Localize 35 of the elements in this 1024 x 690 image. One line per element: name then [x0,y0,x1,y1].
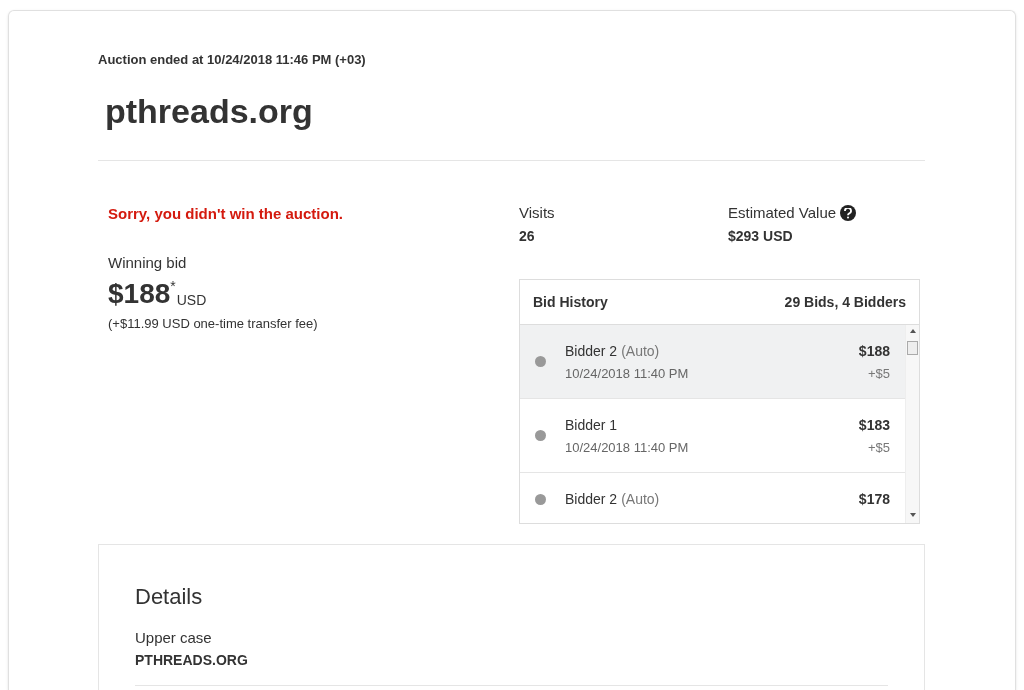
details-title: Details [135,583,204,611]
bid-summary: 29 Bids, 4 Bidders [784,292,906,312]
stat-label: Estimated Value [728,202,837,223]
winning-bid-label: Winning bid [108,253,188,273]
bid-increment: +$5 [866,439,890,457]
domain-title: pthreads.org [105,91,314,131]
winning-bid-amount: $188 [108,277,171,311]
scroll-thumb[interactable] [907,341,918,355]
auto-tag: (Auto) [621,489,660,509]
bid-time: 10/24/2018 11:40 PM [565,365,690,383]
scroll-down-icon[interactable] [910,513,916,517]
stat-value: $293 USD [728,227,794,245]
scrollbar[interactable] [905,325,919,523]
footnote-mark: * [170,279,176,293]
panel-title: Bid History [533,292,608,312]
bid-amount: $188 [858,342,890,361]
bid-time: 10/24/2018 11:40 PM [565,439,690,457]
stat-label: Visits [519,202,555,223]
auction-end-text: Auction ended at 10/24/2018 11:46 PM (+03) [98,51,367,69]
bidder-name: Bidder 1 [565,416,618,435]
help-icon[interactable] [840,205,857,221]
transfer-fee-note: (+$11.99 USD one-time transfer fee) [108,315,319,333]
bid-row[interactable]: Bidder 2 (Auto) 10/24/2018 11:40 PM $188 +$5 [520,325,905,399]
detail-value: PTHREADS.ORG [135,651,249,669]
result-message: Sorry, you didn't win the auction. [108,204,344,224]
currency-label: USD [176,291,207,309]
stat-value: 26 [519,227,536,245]
bidder-name: Bidder 2 [565,490,618,509]
scroll-up-icon[interactable] [910,329,916,333]
bid-amount: $178 [858,490,890,509]
bid-increment: +$5 [866,365,890,383]
detail-label: Upper case [135,628,213,648]
bid-amount: $183 [858,416,890,435]
bidder-name: Bidder 2 [565,342,618,361]
auto-tag: (Auto) [621,341,660,361]
